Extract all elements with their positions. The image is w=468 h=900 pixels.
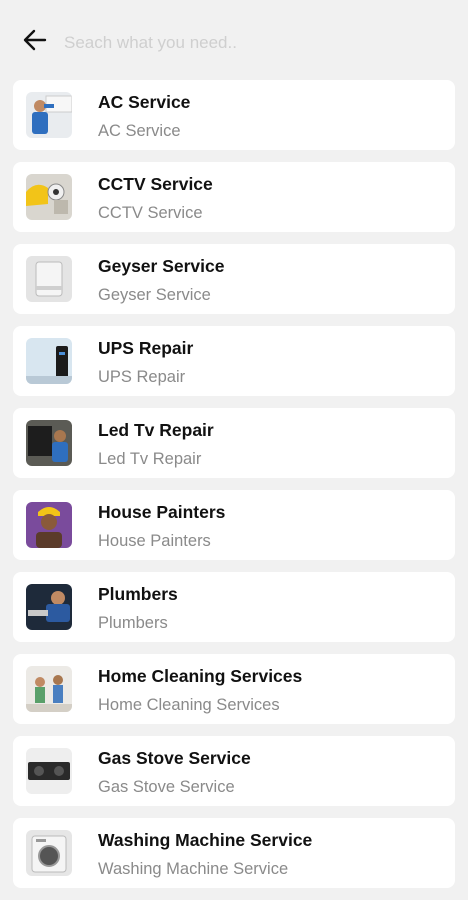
service-card-plumbers[interactable]: Plumbers Plumbers [13, 572, 455, 642]
service-subtitle: CCTV Service [98, 204, 203, 222]
house-painters-photo [26, 502, 72, 548]
ups-repair-photo [26, 338, 72, 384]
home-cleaning-photo [26, 666, 72, 712]
service-card-washing-machine[interactable]: Washing Machine Service Washing Machine … [13, 818, 455, 888]
service-title: Gas Stove Service [98, 748, 251, 768]
service-title: Plumbers [98, 584, 178, 604]
service-list: AC Service AC Service CCTV Service CCTV … [13, 80, 455, 900]
washing-machine-photo [26, 830, 72, 876]
service-subtitle: UPS Repair [98, 368, 186, 386]
service-subtitle: AC Service [98, 122, 181, 140]
service-title: UPS Repair [98, 338, 194, 358]
gas-stove-photo [26, 748, 72, 794]
service-card-gas-stove[interactable]: Gas Stove Service Gas Stove Service [13, 736, 455, 806]
service-title: AC Service [98, 92, 191, 112]
plumbers-photo [26, 584, 72, 630]
service-subtitle: Washing Machine Service [98, 860, 289, 878]
service-subtitle: Plumbers [98, 614, 168, 632]
service-card-geyser[interactable]: Geyser Service Geyser Service [13, 244, 455, 314]
ac-service-photo [26, 92, 72, 138]
geyser-service-photo [26, 256, 72, 302]
service-subtitle: Geyser Service [98, 286, 211, 304]
service-title: CCTV Service [98, 174, 213, 194]
led-tv-repair-photo [26, 420, 72, 466]
service-subtitle: Led Tv Repair [98, 450, 202, 468]
service-card-ac[interactable]: AC Service AC Service [13, 80, 455, 150]
service-title: Home Cleaning Services [98, 666, 303, 686]
service-subtitle: Home Cleaning Services [98, 696, 280, 714]
service-title: House Painters [98, 502, 226, 522]
search-input[interactable] [64, 28, 444, 58]
service-card-led-tv[interactable]: Led Tv Repair Led Tv Repair [13, 408, 455, 478]
service-card-ups[interactable]: UPS Repair UPS Repair [13, 326, 455, 396]
service-card-house-painters[interactable]: House Painters House Painters [13, 490, 455, 560]
service-subtitle: House Painters [98, 532, 211, 550]
service-card-home-cleaning[interactable]: Home Cleaning Services Home Cleaning Ser… [13, 654, 455, 724]
arrow-left-icon [23, 29, 47, 56]
service-title: Led Tv Repair [98, 420, 214, 440]
service-title: Washing Machine Service [98, 830, 313, 850]
service-subtitle: Gas Stove Service [98, 778, 235, 796]
back-button[interactable] [20, 28, 50, 56]
cctv-service-photo [26, 174, 72, 220]
service-title: Geyser Service [98, 256, 225, 276]
top-bar [0, 0, 468, 80]
service-card-cctv[interactable]: CCTV Service CCTV Service [13, 162, 455, 232]
